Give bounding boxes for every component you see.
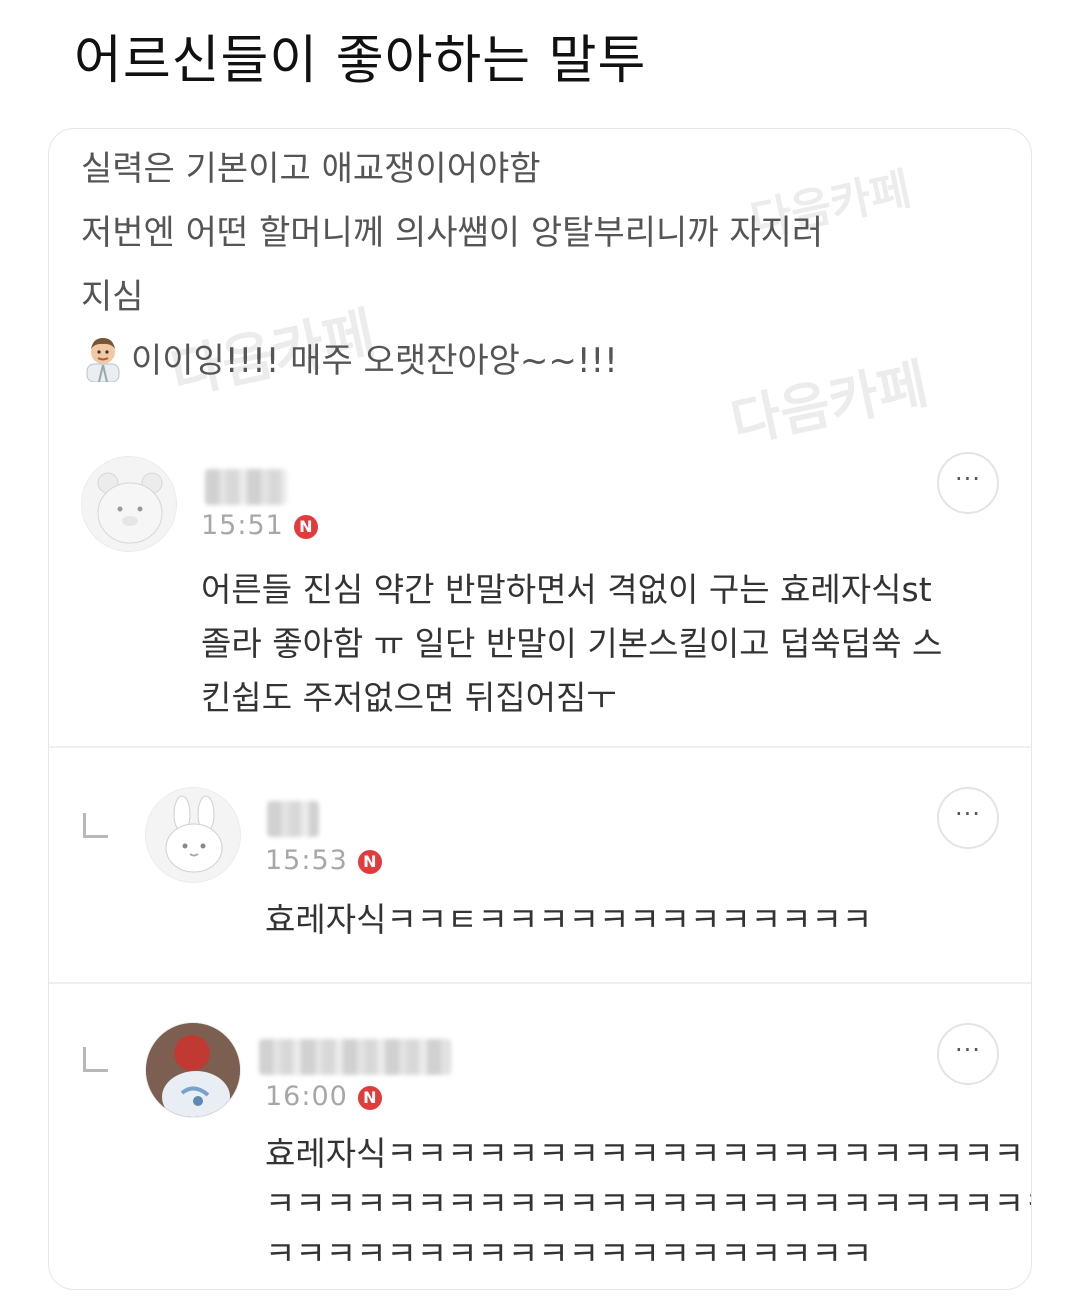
new-badge: N bbox=[357, 1086, 382, 1110]
doctor-emoji-icon bbox=[86, 338, 120, 382]
commenter-avatar[interactable] bbox=[145, 1022, 241, 1118]
post-line: 실력은 기본이고 애교쟁이어야함 bbox=[81, 149, 541, 189]
comment-divider bbox=[49, 746, 1031, 748]
comment-text: 효레자식ㅋㅋㅌㅋㅋㅋㅋㅋㅋㅋㅋㅋㅋㅋㅋㅋ bbox=[265, 900, 873, 939]
new-badge: N bbox=[357, 850, 382, 874]
username-blurred[interactable] bbox=[267, 801, 319, 837]
community-post-card: 다음카페 다음카페 다음카페 실력은 기본이고 애교쟁이어야함 저번엔 어떤 할… bbox=[48, 128, 1032, 1290]
comment-time: 15:53 N bbox=[265, 845, 382, 876]
reply-arrow-icon bbox=[83, 1047, 108, 1072]
username-blurred[interactable] bbox=[205, 469, 287, 505]
new-badge: N bbox=[293, 515, 318, 539]
more-options-button[interactable]: ··· bbox=[937, 452, 999, 514]
commenter-avatar[interactable] bbox=[81, 456, 177, 552]
rabbit-avatar-icon bbox=[165, 795, 223, 873]
page-title: 어르신들이 좋아하는 말투 bbox=[74, 31, 647, 91]
commenter-avatar[interactable] bbox=[145, 787, 241, 883]
photo-avatar-icon bbox=[146, 1023, 240, 1117]
comment-divider bbox=[49, 982, 1031, 984]
hamster-avatar-icon bbox=[97, 472, 163, 544]
more-options-button[interactable]: ··· bbox=[937, 787, 999, 849]
comment-time: 16:00 N bbox=[265, 1081, 382, 1112]
post-line: 저번엔 어떤 할머니께 의사쌤이 앙탈부리니까 자지러 bbox=[81, 213, 824, 253]
username-blurred[interactable] bbox=[259, 1039, 451, 1075]
comment-text: 어른들 진심 약간 반말하면서 격없이 구는 효레자식st 졸라 좋아함 ㅠ 일… bbox=[201, 570, 943, 717]
comment-text: 효레자식ㅋㅋㅋㅋㅋㅋㅋㅋㅋㅋㅋㅋㅋㅋㅋㅋㅋㅋㅋㅋㅋ ㅋㅋㅋㅋㅋㅋㅋㅋㅋㅋㅋㅋㅋㅋ… bbox=[265, 1134, 1032, 1273]
reply-arrow-icon bbox=[83, 813, 108, 838]
post-line-text: 이이잉!!!! 매주 오랫잔아앙~~!!! bbox=[131, 341, 618, 381]
more-options-button[interactable]: ··· bbox=[937, 1023, 999, 1085]
post-body: 실력은 기본이고 애교쟁이어야함 저번엔 어떤 할머니께 의사쌤이 앙탈부리니까… bbox=[81, 137, 981, 393]
comment-time: 15:51 N bbox=[201, 510, 318, 541]
post-line: 지심 bbox=[81, 277, 144, 317]
post-line-with-emoji: 이이잉!!!! 매주 오랫잔아앙~~!!! bbox=[81, 329, 981, 393]
